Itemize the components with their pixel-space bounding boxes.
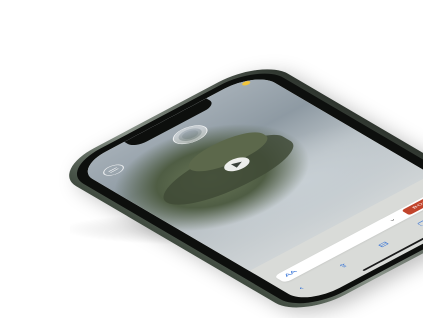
bookmarks-icon[interactable]: ⊟ xyxy=(377,241,392,249)
share-icon[interactable]: ⇪ xyxy=(337,262,352,270)
device-mockup: AA ⌄ BOOK ‹ ⇪ ⊟ ❐ ↻ xyxy=(0,0,423,261)
tabs-icon[interactable]: ❐ xyxy=(417,219,423,227)
back-icon[interactable]: ‹ xyxy=(297,286,307,292)
menu-button[interactable] xyxy=(99,162,127,178)
phone-screen: AA ⌄ BOOK ‹ ⇪ ⊟ ❐ ↻ xyxy=(74,72,423,305)
book-button[interactable]: BOOK xyxy=(401,191,423,215)
chevron-down-icon[interactable]: ⌄ xyxy=(386,216,398,223)
battery-icon xyxy=(241,80,252,86)
phone: AA ⌄ BOOK ‹ ⇪ ⊟ ❐ ↻ xyxy=(60,64,423,313)
reader-aa-button[interactable]: AA xyxy=(283,269,299,278)
